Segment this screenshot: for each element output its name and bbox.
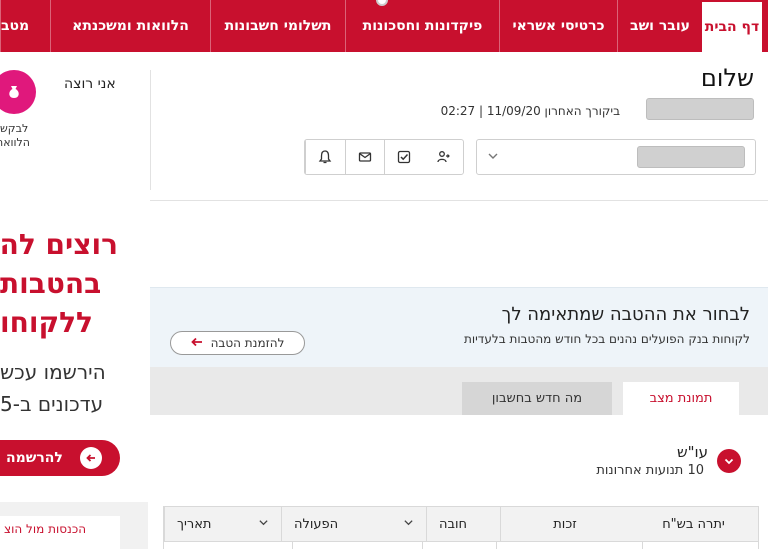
person-transfer-icon[interactable] xyxy=(424,140,463,174)
column-credit[interactable]: זכות xyxy=(500,507,629,541)
tab-credit-cards[interactable]: כרטיסי אשראי xyxy=(499,0,617,52)
envelope-icon[interactable] xyxy=(344,140,385,174)
collapse-chevron-icon[interactable] xyxy=(717,449,741,473)
quick-actions xyxy=(304,139,464,175)
chevron-down-icon xyxy=(403,517,414,531)
order-benefit-button[interactable]: להזמנת הטבה xyxy=(170,331,305,355)
arrow-left-icon xyxy=(190,336,203,350)
banner-subtitle: לקוחות בנק הפועלים נהנים בכל חודש מהטבות… xyxy=(463,332,750,346)
tab-whats-new[interactable]: מה חדש בחשבון xyxy=(462,382,612,415)
transactions-table-header: תאריך הפעולה חובה זכות יתרה בש"ח xyxy=(163,506,759,542)
income-vs-expense-tab[interactable]: הכנסות מול הוצ xyxy=(0,516,120,549)
chevron-down-icon xyxy=(258,517,269,531)
tab-snapshot[interactable]: תמונת מצב xyxy=(623,382,739,415)
chevron-down-icon xyxy=(487,150,499,165)
banner-title: לבחור את ההטבה שמתאימה לך xyxy=(501,304,750,325)
top-navigation: דף הבית עובר ושב כרטיסי אשראי פיקדונות ו… xyxy=(0,0,768,52)
column-balance[interactable]: יתרה בש"ח xyxy=(629,507,758,541)
register-button[interactable]: להרשמה xyxy=(0,440,120,476)
i-want-label: אני רוצה xyxy=(64,76,116,92)
section-subtitle: 10 תנועות אחרונות xyxy=(596,463,704,478)
section-title: עו"ש xyxy=(676,443,708,461)
last-visit-text: ביקורך האחרון 11/09/20 | 02:27 xyxy=(440,104,620,118)
account-select[interactable] xyxy=(476,139,756,175)
order-benefit-label: להזמנת הטבה xyxy=(210,336,285,350)
user-name-redacted xyxy=(646,98,754,120)
account-number-redacted xyxy=(637,146,745,168)
promo-subline: הירשמו עכש עדכונים ב-5 xyxy=(0,360,106,416)
column-debit[interactable]: חובה xyxy=(426,507,500,541)
tab-loans-mortgage[interactable]: הלוואות ומשכנתא xyxy=(50,0,210,52)
checkbox-icon[interactable] xyxy=(384,140,424,174)
horizontal-divider xyxy=(150,200,768,201)
bell-icon[interactable] xyxy=(305,140,345,174)
greeting-title: שלום xyxy=(700,64,754,92)
income-expense-card: הכנסות מול הוצ xyxy=(0,502,148,549)
promo-headline: רוצים לה בהטבות ללקוחו xyxy=(0,228,118,339)
column-date[interactable]: תאריך xyxy=(164,507,281,541)
column-action[interactable]: הפעולה xyxy=(281,507,426,541)
benefit-banner: לבחור את ההטבה שמתאימה לך לקוחות בנק הפו… xyxy=(150,287,768,367)
table-row xyxy=(163,542,759,549)
request-loan-text[interactable]: לבקש הלוואה xyxy=(0,122,30,150)
tab-current-account[interactable]: עובר ושב xyxy=(617,0,702,52)
tab-bill-payments[interactable]: תשלומי חשבונות xyxy=(210,0,345,52)
register-label: להרשמה xyxy=(6,450,63,466)
tab-home[interactable]: דף הבית xyxy=(702,2,762,52)
vertical-divider xyxy=(150,70,151,190)
tab-deposits-savings[interactable]: פיקדונות וחסכונות xyxy=(345,0,499,52)
tab-benefits[interactable]: מטב xyxy=(0,0,50,52)
arrow-left-icon xyxy=(80,447,102,469)
money-bag-icon[interactable] xyxy=(0,70,36,114)
